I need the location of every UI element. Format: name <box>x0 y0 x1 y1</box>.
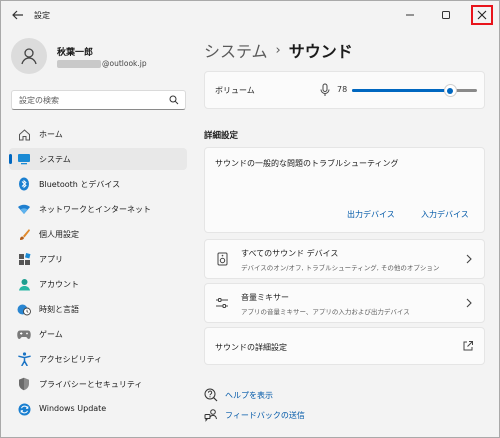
shield-icon <box>17 377 31 391</box>
apps-icon <box>17 252 31 266</box>
search-input[interactable]: 設定の検索 <box>11 90 186 110</box>
sidebar-item-label: ゲーム <box>39 330 63 339</box>
volume-slider[interactable] <box>352 84 477 97</box>
monitor-icon <box>17 152 31 166</box>
sidebar-item-privacy[interactable]: プライバシーとセキュリティ <box>9 373 187 395</box>
search-placeholder: 設定の検索 <box>19 96 59 105</box>
email-redaction <box>57 60 101 68</box>
feedback-icon <box>204 408 218 422</box>
troubleshoot-title: サウンドの一般的な問題のトラブルシューティング <box>215 159 399 168</box>
search-icon[interactable] <box>169 95 179 105</box>
user-email: @outlook.jp <box>57 59 147 68</box>
microphone-icon[interactable] <box>319 83 331 97</box>
maximize-icon[interactable] <box>435 5 457 25</box>
advanced-sound-settings-row[interactable]: サウンドの詳細設定 <box>204 327 485 365</box>
section-title: 詳細設定 <box>204 131 239 141</box>
troubleshoot-card: サウンドの一般的な問題のトラブルシューティング 出力デバイス 入力デバイス <box>204 147 485 233</box>
sidebar-item-accounts[interactable]: アカウント <box>9 273 187 295</box>
wifi-icon <box>17 202 31 216</box>
volume-label: ボリューム <box>215 86 255 95</box>
sidebar-item-label: アクセシビリティ <box>39 355 103 364</box>
gamepad-icon <box>17 327 31 341</box>
back-arrow-icon[interactable] <box>11 8 25 22</box>
chevron-right-icon <box>464 297 474 309</box>
volume-slider-thumb[interactable] <box>443 84 457 97</box>
feedback-label: フィードバックの送信 <box>225 410 305 420</box>
home-icon <box>17 127 31 141</box>
minimize-icon[interactable] <box>399 5 421 25</box>
sidebar-item-label: ネットワークとインターネット <box>39 205 151 214</box>
close-icon[interactable] <box>471 5 493 25</box>
sidebar-item-accessibility[interactable]: アクセシビリティ <box>9 348 187 370</box>
sidebar-item-label: プライバシーとセキュリティ <box>39 380 143 389</box>
row-title: 音量ミキサー <box>241 293 289 302</box>
avatar[interactable] <box>11 38 47 74</box>
chevron-right-icon <box>464 253 474 265</box>
output-devices-link[interactable]: 出力デバイス <box>347 209 395 220</box>
sidebar-item-label: アカウント <box>39 280 79 289</box>
breadcrumb-separator: › <box>275 42 281 58</box>
speaker-device-icon <box>215 252 229 266</box>
sidebar-item-label: アプリ <box>39 255 63 264</box>
sidebar-item-bluetooth[interactable]: Bluetooth とデバイス <box>9 173 187 195</box>
breadcrumb: システム › サウンド <box>204 38 353 62</box>
external-link-icon <box>462 340 474 352</box>
volume-mixer-row[interactable]: 音量ミキサー アプリの音量ミキサー、アプリの入力および出力デバイス <box>204 283 485 323</box>
sidebar-item-time-language[interactable]: 時刻と言語 <box>9 298 187 320</box>
accessibility-icon <box>17 352 31 366</box>
sidebar-item-label: Windows Update <box>39 404 107 413</box>
sidebar-item-label: ホーム <box>39 130 63 139</box>
all-sound-devices-row[interactable]: すべてのサウンド デバイス デバイスのオン/オフ, トラブルシューティング, そ… <box>204 239 485 279</box>
get-help-link[interactable]: ヘルプを表示 <box>204 388 273 402</box>
settings-window: 設定 秋葉一郎 @outlook.jp 設定の検索 ホーム システム Bluet… <box>0 0 500 438</box>
title-bar: 設定 <box>1 1 499 29</box>
volume-slider-fill <box>352 89 450 92</box>
update-icon <box>17 402 31 416</box>
row-title: サウンドの詳細設定 <box>215 343 287 352</box>
help-label: ヘルプを表示 <box>225 390 273 400</box>
sidebar-item-label: システム <box>39 155 71 164</box>
user-name: 秋葉一郎 <box>57 48 94 58</box>
window-title: 設定 <box>34 11 50 20</box>
account-icon <box>17 277 31 291</box>
sidebar-item-label: 時刻と言語 <box>39 305 79 314</box>
email-suffix: @outlook.jp <box>102 59 147 68</box>
sidebar-item-network[interactable]: ネットワークとインターネット <box>9 198 187 220</box>
row-subtitle: アプリの音量ミキサー、アプリの入力および出力デバイス <box>241 308 410 316</box>
send-feedback-link[interactable]: フィードバックの送信 <box>204 408 305 422</box>
sidebar-item-gaming[interactable]: ゲーム <box>9 323 187 345</box>
sidebar-nav: ホーム システム Bluetooth とデバイス ネットワークとインターネット … <box>9 123 187 423</box>
sidebar-item-windows-update[interactable]: Windows Update <box>9 398 187 420</box>
mixer-icon <box>215 296 229 310</box>
sidebar-item-system[interactable]: システム <box>9 148 187 170</box>
sidebar-item-label: Bluetooth とデバイス <box>39 180 121 189</box>
breadcrumb-parent[interactable]: システム <box>204 38 268 62</box>
input-devices-link[interactable]: 入力デバイス <box>421 209 469 220</box>
help-icon <box>204 388 218 402</box>
globe-clock-icon <box>17 302 31 316</box>
sidebar-item-home[interactable]: ホーム <box>9 123 187 145</box>
bluetooth-icon <box>17 177 31 191</box>
volume-value: 78 <box>337 85 348 94</box>
person-icon <box>21 48 37 65</box>
sidebar-item-personalization[interactable]: 個人用設定 <box>9 223 187 245</box>
sidebar-item-label: 個人用設定 <box>39 230 79 239</box>
page-title: サウンド <box>288 42 353 61</box>
brush-icon <box>17 227 31 241</box>
row-subtitle: デバイスのオン/オフ, トラブルシューティング, その他のオプション <box>241 264 440 272</box>
sidebar-item-apps[interactable]: アプリ <box>9 248 187 270</box>
row-title: すべてのサウンド デバイス <box>241 249 339 258</box>
volume-card: ボリューム 78 <box>204 71 485 109</box>
